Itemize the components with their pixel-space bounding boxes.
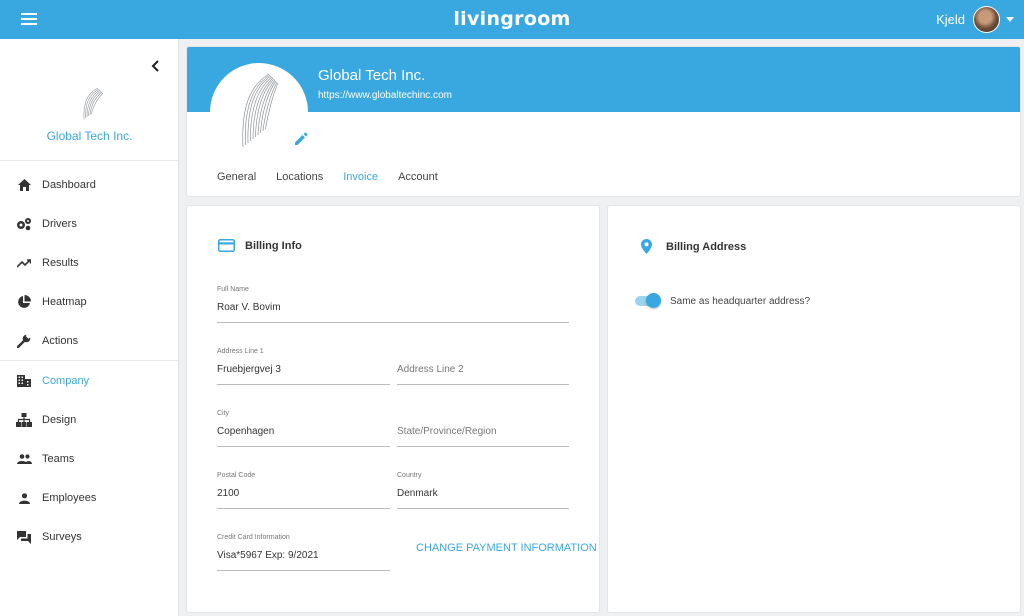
top-bar: livingroom Kjeld	[0, 0, 1024, 39]
avatar[interactable]	[973, 6, 1000, 33]
home-icon	[16, 177, 32, 193]
credit-card-value: Visa*5967 Exp: 9/2021	[217, 544, 390, 571]
sidebar-item-label: Heatmap	[42, 296, 87, 308]
address-line-1-value[interactable]: Fruebjergvej 3	[217, 358, 390, 385]
sidebar-item-label: Results	[42, 257, 79, 269]
company-name: Global Tech Inc.	[318, 67, 426, 84]
building-icon	[16, 373, 32, 389]
country-value[interactable]: Denmark	[397, 482, 569, 509]
credit-card-label: Credit Card Information	[217, 534, 290, 541]
header-band	[187, 47, 1020, 112]
company-url[interactable]: https://www.globaltechinc.com	[318, 90, 452, 101]
address-line-1-field[interactable]: Address Line 1 Fruebjergvej 3	[217, 348, 390, 385]
wrench-icon	[16, 333, 32, 349]
group-icon	[16, 451, 32, 467]
change-payment-button[interactable]: CHANGE PAYMENT INFORMATION	[416, 542, 597, 554]
sidebar-item-employees[interactable]: Employees	[0, 483, 179, 513]
sidebar-item-actions[interactable]: Actions	[0, 326, 179, 356]
location-pin-icon	[641, 239, 652, 254]
state-placeholder[interactable]: State/Province/Region	[397, 410, 569, 447]
company-tabs: General Locations Invoice Account	[217, 171, 458, 183]
sidebar-item-drivers[interactable]: Drivers	[0, 209, 179, 239]
edit-logo-icon[interactable]	[293, 131, 309, 152]
caret-down-icon[interactable]	[1006, 17, 1014, 22]
tab-general[interactable]: General	[217, 171, 256, 183]
sidebar-item-label: Surveys	[42, 531, 82, 543]
billing-address-heading: Billing Address	[641, 239, 746, 254]
sidebar-item-results[interactable]: Results	[0, 248, 179, 278]
full-name-label: Full Name	[217, 286, 249, 293]
sidebar-item-company[interactable]: Company	[0, 366, 179, 396]
sitemap-icon	[16, 412, 32, 428]
divider	[0, 160, 179, 161]
billing-address-card: Billing Address Same as headquarter addr…	[608, 206, 1020, 612]
user-menu[interactable]: Kjeld	[936, 5, 1014, 34]
city-value[interactable]: Copenhagen	[217, 420, 390, 447]
gears-icon	[16, 216, 32, 232]
country-label: Country	[397, 472, 422, 479]
country-field[interactable]: Country Denmark	[397, 472, 569, 509]
tab-locations[interactable]: Locations	[276, 171, 323, 183]
sidebar-item-label: Company	[42, 375, 90, 387]
billing-info-card: Billing Info Full Name Roar V. Bovim Add…	[187, 206, 599, 612]
same-as-hq-label: Same as headquarter address?	[670, 296, 811, 307]
company-logo-icon	[242, 73, 279, 148]
credit-card-icon	[218, 239, 235, 252]
tab-account[interactable]: Account	[398, 171, 438, 183]
sidebar-item-label: Dashboard	[42, 179, 96, 191]
postal-code-label: Postal Code	[217, 472, 256, 479]
trending-up-icon	[16, 255, 32, 271]
sidebar-item-label: Actions	[42, 335, 79, 347]
company-logo-icon	[83, 87, 104, 120]
billing-info-title: Billing Info	[245, 239, 302, 252]
postal-code-field[interactable]: Postal Code 2100	[217, 472, 390, 509]
credit-card-field: Credit Card Information Visa*5967 Exp: 9…	[217, 534, 390, 571]
toggle-knob	[646, 293, 661, 308]
company-header-card: Global Tech Inc. https://www.globaltechi…	[187, 47, 1020, 196]
collapse-sidebar-icon[interactable]	[150, 59, 160, 75]
sidebar-item-label: Teams	[42, 453, 75, 465]
sidebar-item-teams[interactable]: Teams	[0, 444, 179, 474]
sidebar-company-name: Global Tech Inc.	[46, 129, 133, 143]
full-name-value[interactable]: Roar V. Bovim	[217, 296, 569, 323]
address-line-2-field[interactable]: Address Line 2	[397, 348, 569, 385]
city-label: City	[217, 410, 230, 417]
sidebar-item-surveys[interactable]: Surveys	[0, 522, 179, 552]
pie-chart-icon	[16, 294, 32, 310]
person-icon	[16, 490, 32, 506]
app-logo[interactable]: livingroom	[0, 8, 1024, 30]
tab-invoice[interactable]: Invoice	[343, 171, 378, 183]
chat-icon	[16, 529, 32, 545]
postal-code-value[interactable]: 2100	[217, 482, 390, 509]
sidebar-item-label: Design	[42, 414, 77, 426]
full-name-field[interactable]: Full Name Roar V. Bovim	[217, 286, 569, 323]
sidebar-item-design[interactable]: Design	[0, 405, 179, 435]
sidebar: Global Tech Inc. Dashboard Drivers Resul…	[0, 39, 179, 616]
city-field[interactable]: City Copenhagen	[217, 410, 390, 447]
sidebar-item-heatmap[interactable]: Heatmap	[0, 287, 179, 317]
sidebar-item-label: Employees	[42, 492, 97, 504]
sidebar-item-dashboard[interactable]: Dashboard	[0, 170, 179, 200]
billing-address-title: Billing Address	[666, 240, 747, 253]
address-line-1-label: Address Line 1	[217, 348, 264, 355]
address-line-2-placeholder[interactable]: Address Line 2	[397, 348, 569, 385]
divider	[0, 360, 179, 361]
sidebar-item-label: Drivers	[42, 218, 77, 230]
billing-info-heading: Billing Info	[218, 239, 302, 252]
same-as-hq-toggle[interactable]	[635, 293, 662, 308]
user-name: Kjeld	[936, 12, 965, 27]
state-field[interactable]: State/Province/Region	[397, 410, 569, 447]
